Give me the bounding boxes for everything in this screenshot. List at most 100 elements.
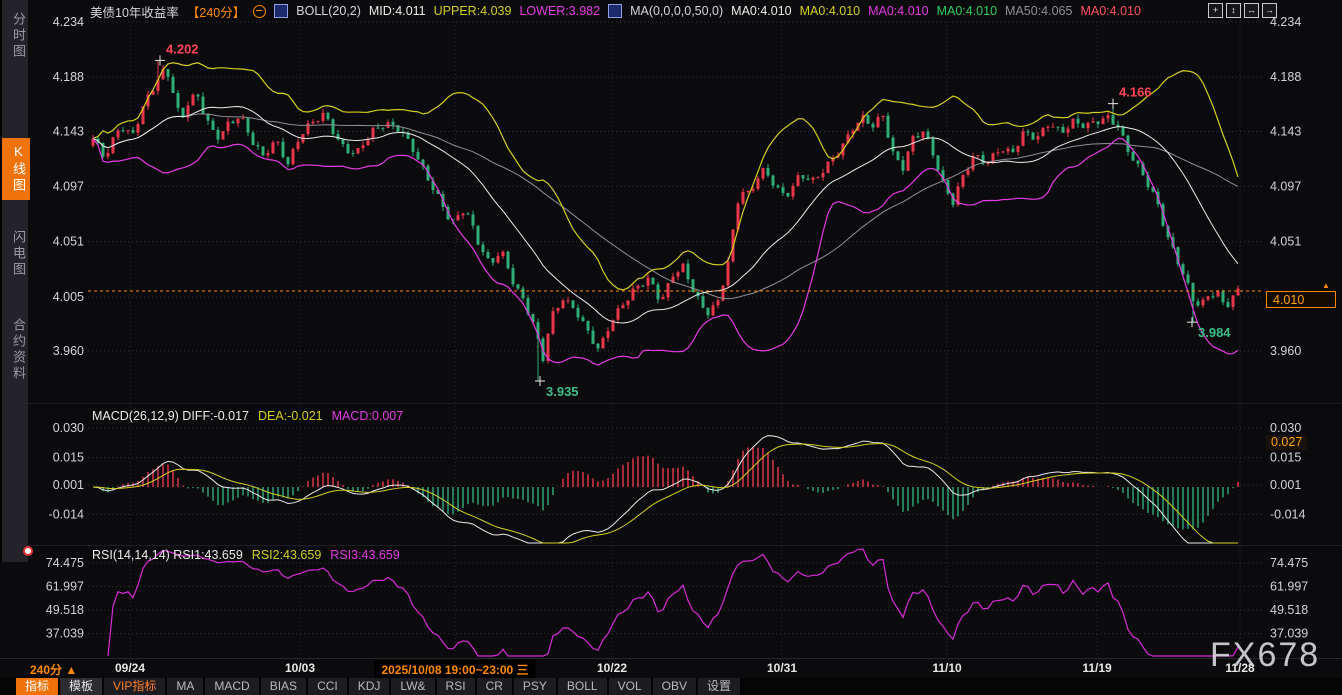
sidebar-item-1[interactable]: K线图 — [2, 138, 30, 200]
candle-body — [1122, 127, 1125, 136]
candle-body — [717, 300, 720, 305]
sidebar-item-0[interactable]: 分时图 — [2, 6, 30, 66]
move-icon[interactable]: + — [1208, 3, 1223, 18]
boll-upper-line — [93, 63, 1238, 290]
candle-body — [922, 131, 925, 137]
candle-body — [377, 128, 380, 129]
candle-body — [687, 264, 690, 280]
timeframe-selector[interactable]: 240分 ▲ — [30, 661, 77, 678]
toolbar-tab-10[interactable]: CR — [477, 678, 512, 695]
axis-tick-label: 4.143 — [1270, 124, 1301, 138]
axis-tick-label: 49.518 — [1270, 603, 1308, 617]
grid — [0, 22, 1342, 659]
toolbar-tab-5[interactable]: BIAS — [261, 678, 306, 695]
macd-macd-value: MACD:0.007 — [332, 409, 404, 423]
axis-tick-label: 0.001 — [1270, 478, 1301, 492]
candle-body — [602, 338, 605, 349]
candle-body — [1132, 152, 1135, 161]
candle-body — [252, 133, 255, 145]
candle-body — [417, 152, 420, 160]
time-label-11/28: 11/28 — [1225, 661, 1254, 675]
candle-body — [177, 93, 180, 108]
candle-body — [227, 122, 230, 131]
left-tab-bar: 分时图 K线图闪电图合约资料 — [0, 0, 28, 562]
candle-body — [337, 134, 340, 139]
candle-body — [1012, 149, 1015, 152]
candle-body — [997, 152, 1000, 153]
axis-labels: 4.2344.2344.1884.1884.1434.1434.0974.097… — [46, 15, 1309, 641]
candle-body — [767, 168, 770, 176]
time-label-09/24: 09/24 — [115, 661, 145, 675]
candle-body — [772, 176, 775, 186]
toolbar-tab-15[interactable]: 设置 — [698, 678, 740, 695]
scale-vertical-icon[interactable]: ↕ — [1226, 3, 1241, 18]
toolbar-tab-8[interactable]: LW& — [391, 678, 434, 695]
toolbar-tab-1[interactable]: 模板 — [60, 678, 102, 695]
toolbar-tab-7[interactable]: KDJ — [349, 678, 390, 695]
candle-body — [817, 177, 820, 178]
candle-body — [472, 215, 475, 226]
toolbar-tab-2[interactable]: VIP指标 — [104, 678, 165, 695]
candle-body — [1232, 295, 1235, 307]
axis-tick-label: 3.960 — [53, 344, 84, 358]
sidebar-item-2[interactable]: 闪电图 — [2, 224, 30, 284]
macd-dea-value: DEA:-0.021 — [258, 409, 323, 423]
candle-body — [1207, 296, 1210, 299]
axis-tick-label: 0.015 — [1270, 451, 1301, 465]
candle-body — [492, 258, 495, 263]
candle-body — [907, 152, 910, 171]
candle-body — [502, 252, 505, 256]
candle-body — [167, 69, 170, 77]
ma-indicator-icon[interactable] — [608, 4, 622, 18]
toolbar-tab-11[interactable]: PSY — [514, 678, 556, 695]
candle-body — [372, 128, 375, 139]
candle-body — [497, 256, 500, 263]
candle-body — [347, 144, 350, 153]
candle-body — [197, 95, 200, 97]
time-label-11/19: 11/19 — [1082, 661, 1111, 675]
scale-horizontal-icon[interactable]: ↔ — [1244, 3, 1259, 18]
toolbar-tab-14[interactable]: OBV — [653, 678, 696, 695]
candle-body — [1082, 124, 1085, 129]
alert-flash-icon[interactable] — [23, 546, 33, 556]
period-label[interactable]: 【240分】 — [187, 2, 245, 21]
candle-body — [587, 321, 590, 331]
axis-tick-label: 4.051 — [53, 235, 84, 249]
toolbar-tab-0[interactable]: 指标 — [16, 678, 58, 695]
candle-body — [1222, 291, 1225, 302]
candle-body — [1007, 149, 1010, 152]
candle-body — [667, 283, 670, 297]
candle-body — [622, 305, 625, 308]
candle-body — [222, 131, 225, 139]
candle-body — [332, 119, 335, 134]
toolbar-tab-13[interactable]: VOL — [609, 678, 651, 695]
toolbar-tab-4[interactable]: MACD — [205, 678, 258, 695]
candle-body — [867, 115, 870, 124]
toolbar-tab-3[interactable]: MA — [167, 678, 203, 695]
toolbar-tab-12[interactable]: BOLL — [558, 678, 607, 695]
minus-circle-icon[interactable] — [253, 5, 266, 18]
candle-body — [1057, 127, 1060, 128]
candle-body — [1077, 119, 1080, 124]
axis-tick-label: 74.475 — [46, 556, 84, 570]
toolbar-tab-9[interactable]: RSI — [437, 678, 475, 695]
candle-body — [887, 116, 890, 138]
candle-body — [637, 286, 640, 289]
candle-body — [137, 124, 140, 133]
candle-body — [477, 226, 480, 245]
toolbar-tab-6[interactable]: CCI — [308, 678, 347, 695]
candle-body — [1087, 123, 1090, 128]
candlesticks — [92, 60, 1240, 381]
candle-body — [1032, 133, 1035, 140]
candle-body — [627, 300, 630, 305]
candle-body — [972, 156, 975, 170]
exit-right-icon[interactable]: → — [1262, 3, 1277, 18]
axis-tick-label: 61.997 — [46, 580, 84, 594]
boll-indicator-icon[interactable] — [274, 4, 288, 18]
axis-tick-label: 4.188 — [53, 70, 84, 84]
sidebar-item-3[interactable]: 合约资料 — [2, 312, 30, 388]
candle-body — [597, 344, 600, 349]
candle-body — [557, 308, 560, 311]
candle-body — [282, 142, 285, 158]
boll-mid-value: MID:4.011 — [369, 4, 426, 18]
